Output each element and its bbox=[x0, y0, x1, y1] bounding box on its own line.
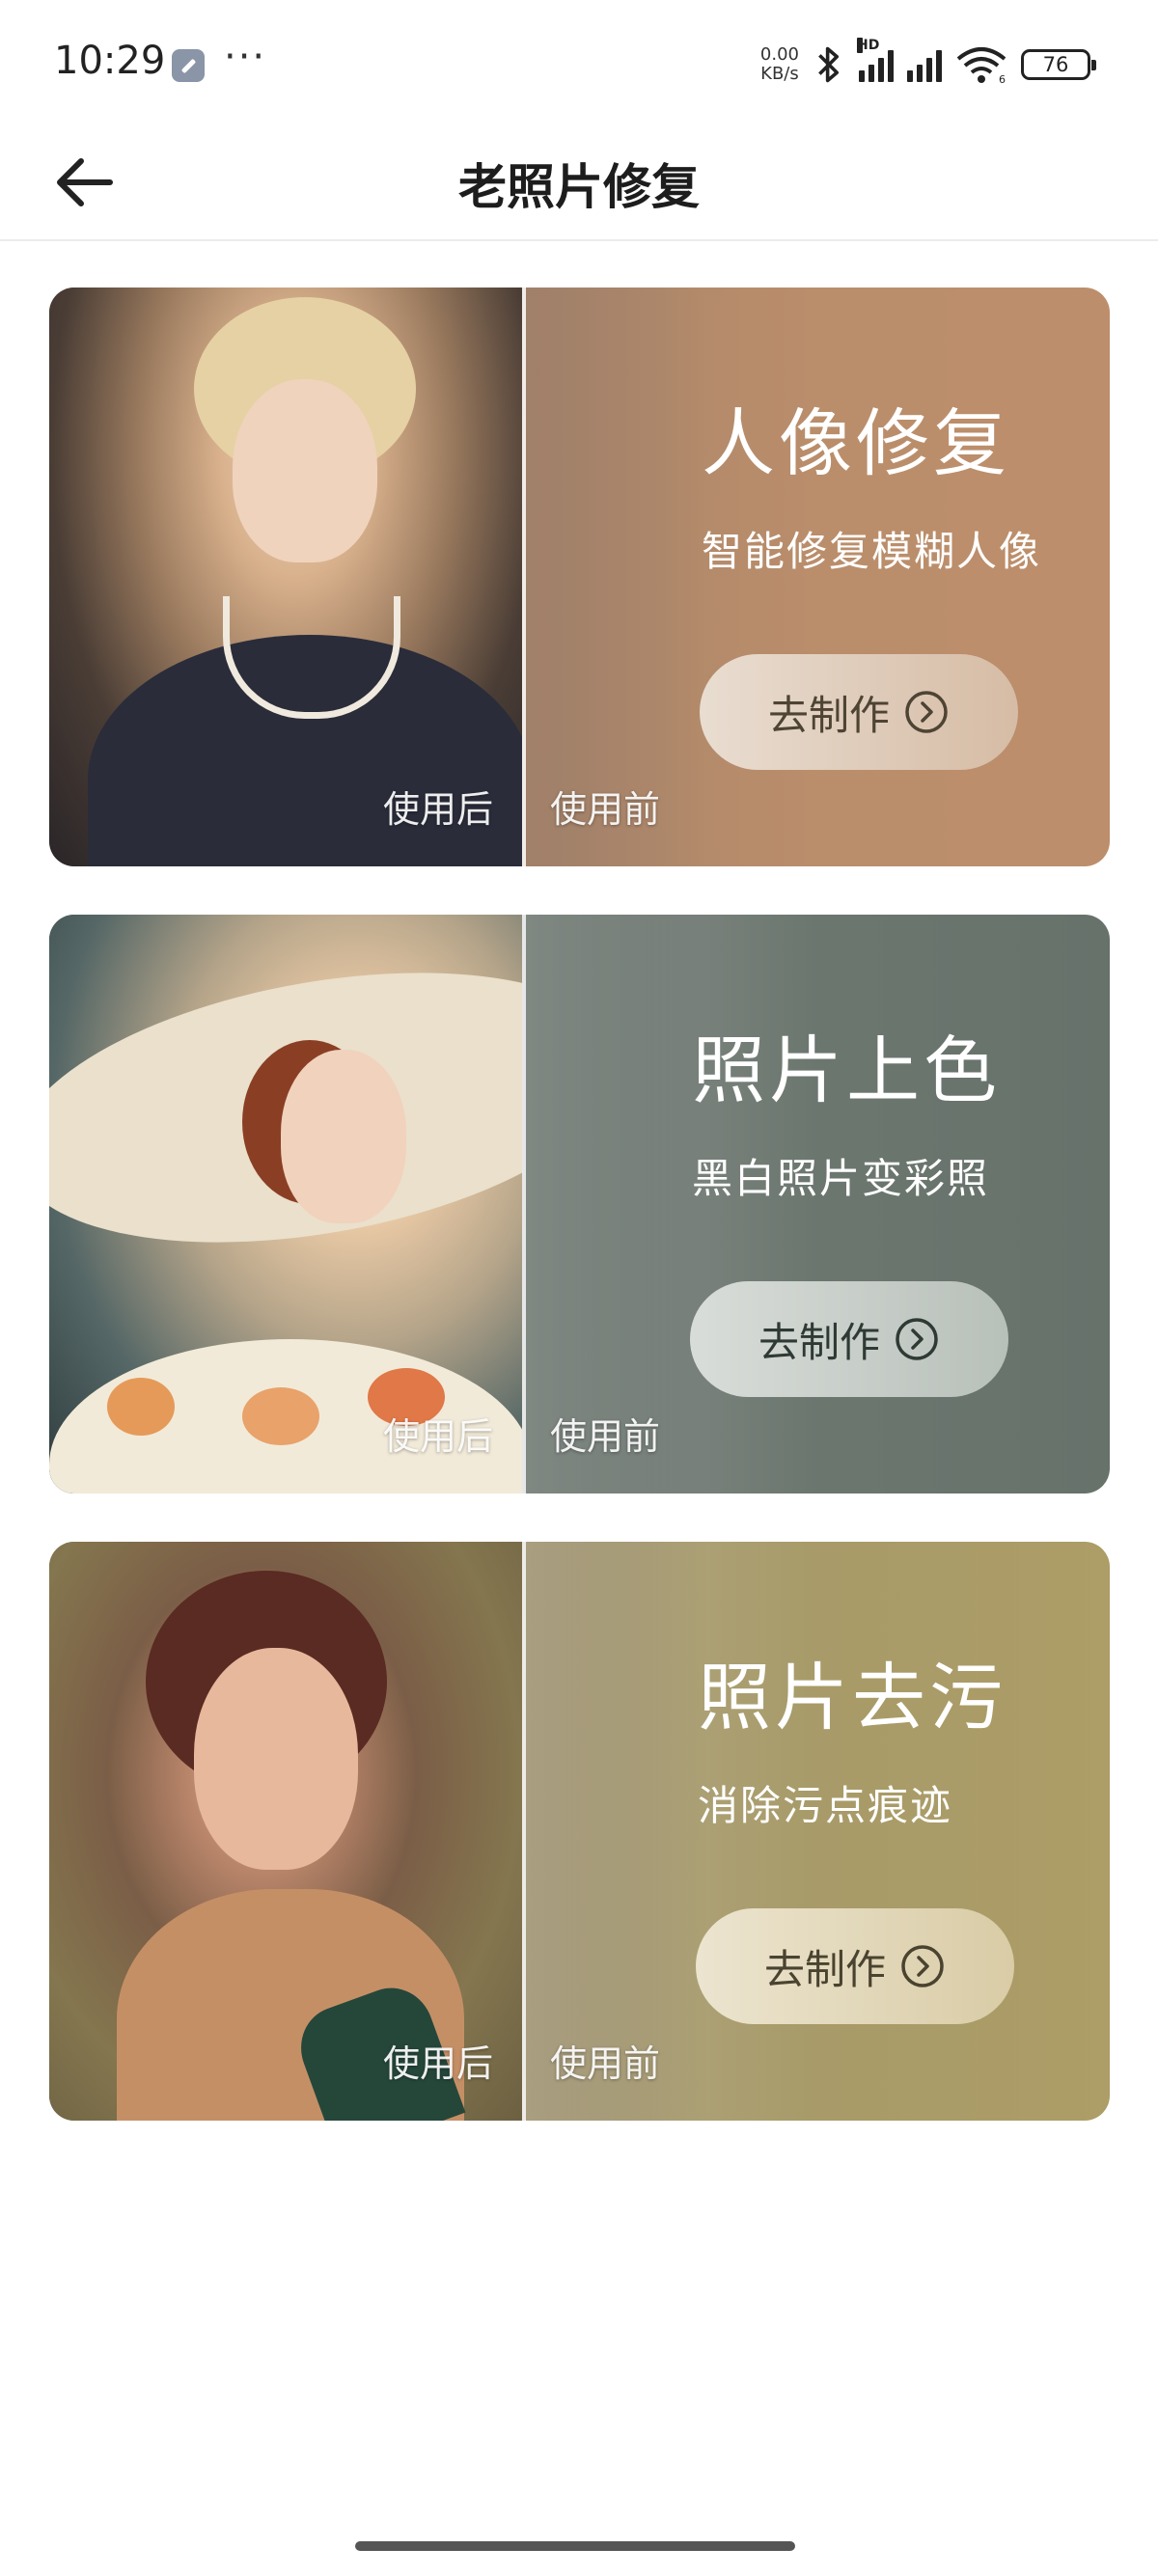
chevron-right-circle-icon bbox=[896, 1318, 938, 1360]
make-button-label: 去制作 bbox=[758, 1318, 880, 1366]
page-title: 老照片修复 bbox=[458, 159, 700, 215]
battery-level: 76 bbox=[1042, 53, 1069, 76]
after-label: 使用后 bbox=[383, 2042, 494, 2085]
make-button-label: 去制作 bbox=[763, 1945, 886, 1993]
before-label: 使用前 bbox=[550, 1415, 661, 1458]
card-subtitle: 消除污点痕迹 bbox=[698, 1782, 953, 1829]
card-title: 人像修复 bbox=[702, 400, 1010, 486]
app-header: 老照片修复 bbox=[0, 125, 1158, 241]
compare-divider bbox=[522, 288, 526, 866]
card-subtitle: 黑白照片变彩照 bbox=[692, 1155, 990, 1202]
compare-divider bbox=[522, 1542, 526, 2121]
wifi-icon: 6 bbox=[956, 47, 1006, 84]
network-speed-value: 0.00 bbox=[759, 44, 799, 65]
wifi-badge: 6 bbox=[999, 73, 1006, 84]
status-bar: 10:29 ··· 0.00 KB/s HD 6 76 bbox=[0, 0, 1158, 125]
after-label: 使用后 bbox=[383, 1415, 494, 1458]
stain-removal-card[interactable]: 使用后 使用前 照片去污 消除污点痕迹 去制作 bbox=[49, 1542, 1110, 2121]
battery-icon: 76 bbox=[1021, 49, 1096, 80]
bluetooth-icon bbox=[818, 46, 840, 83]
status-icons: 0.00 KB/s HD 6 76 bbox=[760, 38, 1096, 89]
cellular-signal-2-icon bbox=[907, 47, 942, 82]
before-label: 使用前 bbox=[550, 2042, 661, 2085]
network-speed-unit: KB/s bbox=[760, 64, 799, 84]
portrait-restore-card[interactable]: 使用后 使用前 人像修复 智能修复模糊人像 去制作 bbox=[49, 288, 1110, 866]
hd-badge: HD bbox=[857, 38, 880, 53]
colorize-make-button[interactable]: 去制作 bbox=[690, 1281, 1008, 1397]
portrait-restore-make-button[interactable]: 去制作 bbox=[700, 654, 1018, 770]
card-subtitle: 智能修复模糊人像 bbox=[702, 528, 1042, 575]
cellular-signal-icon: HD bbox=[857, 38, 894, 82]
card-title: 照片去污 bbox=[698, 1655, 1006, 1740]
status-time: 10:29 bbox=[54, 39, 166, 83]
home-indicator[interactable] bbox=[355, 2541, 795, 2551]
more-notifications-icon: ··· bbox=[224, 35, 267, 79]
make-button-label: 去制作 bbox=[767, 691, 890, 739]
network-speed: 0.00 KB/s bbox=[760, 45, 799, 84]
tools-app-icon bbox=[172, 49, 205, 82]
compare-divider bbox=[522, 915, 526, 1494]
chevron-right-circle-icon bbox=[905, 691, 948, 733]
card-title: 照片上色 bbox=[692, 1028, 1001, 1113]
before-label: 使用前 bbox=[550, 788, 661, 831]
chevron-right-circle-icon bbox=[901, 1945, 944, 1987]
after-label: 使用后 bbox=[383, 788, 494, 831]
colorize-card[interactable]: 使用后 使用前 照片上色 黑白照片变彩照 去制作 bbox=[49, 915, 1110, 1494]
stain-removal-make-button[interactable]: 去制作 bbox=[696, 1908, 1014, 2024]
